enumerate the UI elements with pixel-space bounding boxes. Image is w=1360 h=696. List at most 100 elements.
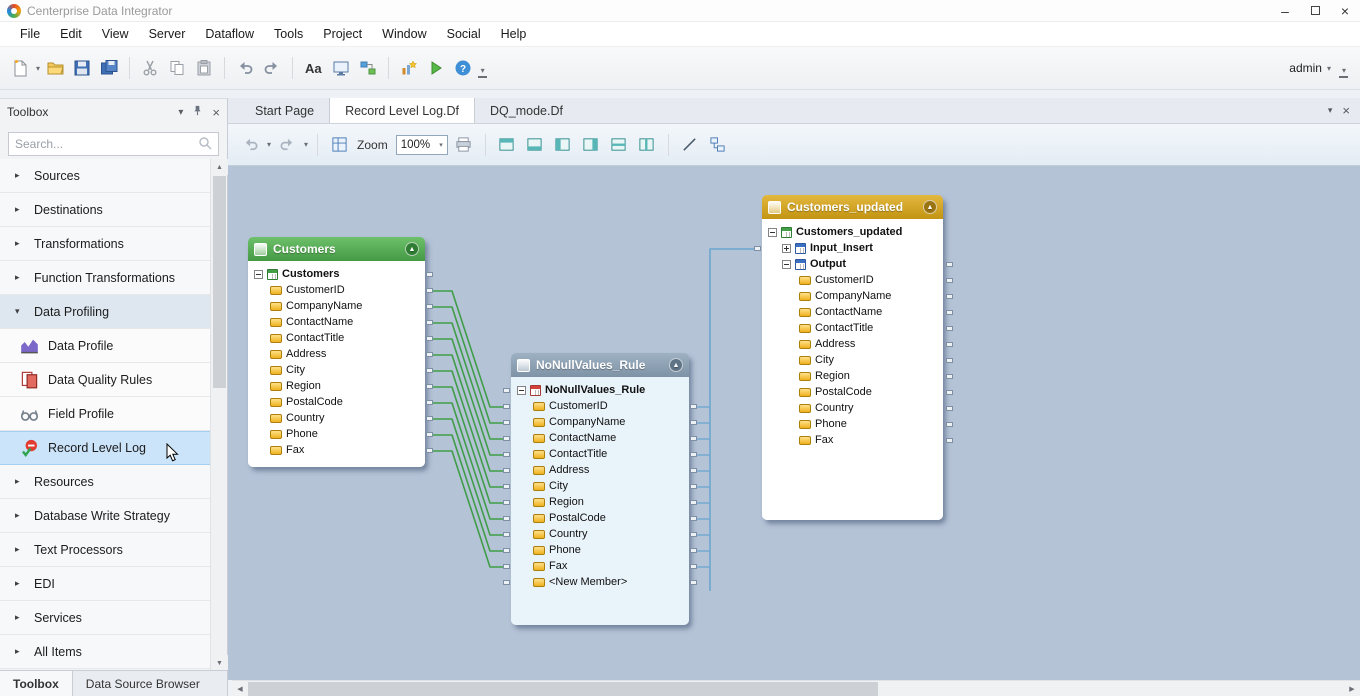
input-port[interactable] xyxy=(503,404,510,409)
tree-row[interactable]: Fax xyxy=(248,442,425,458)
tree-row[interactable]: Phone xyxy=(762,416,943,432)
tree-row[interactable]: <New Member> xyxy=(511,574,689,590)
input-port[interactable] xyxy=(503,420,510,425)
output-port[interactable] xyxy=(426,272,433,277)
tree-row[interactable]: Country xyxy=(762,400,943,416)
node-header[interactable]: NoNullValues_Rule▲ xyxy=(511,353,689,377)
input-port[interactable] xyxy=(503,564,510,569)
input-port[interactable] xyxy=(503,436,510,441)
fit-grid-button[interactable] xyxy=(327,133,351,157)
hscrollbar-thumb[interactable] xyxy=(248,682,878,696)
paste-button[interactable] xyxy=(192,56,216,80)
output-port[interactable] xyxy=(426,352,433,357)
panel-close-icon[interactable]: × xyxy=(212,105,220,120)
tree-row[interactable]: ContactTitle xyxy=(511,446,689,462)
tree-row[interactable]: PostalCode xyxy=(248,394,425,410)
tree-row[interactable]: Phone xyxy=(511,542,689,558)
tree-row[interactable]: Customers_updated xyxy=(762,224,943,240)
output-port[interactable] xyxy=(946,438,953,443)
tree-row[interactable]: CompanyName xyxy=(762,288,943,304)
help-button[interactable]: ? xyxy=(451,56,475,80)
output-port[interactable] xyxy=(426,320,433,325)
tree-row[interactable]: NoNullValues_Rule xyxy=(511,382,689,398)
toolbox-section-services[interactable]: ▸Services xyxy=(0,601,211,635)
align-left-button[interactable] xyxy=(551,133,575,157)
toolbox-scrollbar[interactable]: ▲ ▼ xyxy=(210,159,227,671)
panel-menu-icon[interactable]: ▾ xyxy=(178,107,183,118)
tree-row[interactable]: CustomerID xyxy=(762,272,943,288)
redo-gray-button[interactable] xyxy=(275,133,299,157)
chevron-down-icon[interactable]: ▾ xyxy=(267,140,271,149)
output-port[interactable] xyxy=(946,342,953,347)
output-port[interactable] xyxy=(946,294,953,299)
tree-row[interactable]: Address xyxy=(762,336,943,352)
job-monitor-button[interactable] xyxy=(397,56,421,80)
tree-row[interactable]: Customers xyxy=(248,266,425,282)
output-port[interactable] xyxy=(690,404,697,409)
output-port[interactable] xyxy=(426,368,433,373)
blue-mapping-bus[interactable] xyxy=(710,249,754,591)
node-customers[interactable]: Customers▲CustomersCustomerIDCompanyName… xyxy=(248,237,425,467)
auto-layout-button[interactable] xyxy=(706,133,730,157)
menu-edit[interactable]: Edit xyxy=(50,23,92,45)
tree-row[interactable]: City xyxy=(511,478,689,494)
chevron-down-icon[interactable]: ▾ xyxy=(304,140,308,149)
tree-row[interactable]: Input_Insert xyxy=(762,240,943,256)
output-port[interactable] xyxy=(690,420,697,425)
input-port[interactable] xyxy=(503,468,510,473)
scroll-down-icon[interactable]: ▼ xyxy=(211,655,228,671)
tree-row[interactable]: Region xyxy=(248,378,425,394)
input-port[interactable] xyxy=(503,388,510,393)
input-port[interactable] xyxy=(503,532,510,537)
menu-file[interactable]: File xyxy=(10,23,50,45)
output-port[interactable] xyxy=(690,532,697,537)
input-port[interactable] xyxy=(503,580,510,585)
tree-row[interactable]: ContactTitle xyxy=(762,320,943,336)
copy-button[interactable] xyxy=(165,56,189,80)
redo-button[interactable] xyxy=(260,56,284,80)
new-file-button[interactable] xyxy=(8,56,32,80)
menu-server[interactable]: Server xyxy=(139,23,196,45)
tree-row[interactable]: Region xyxy=(511,494,689,510)
output-port[interactable] xyxy=(946,326,953,331)
expand-icon[interactable] xyxy=(782,244,791,253)
menu-help[interactable]: Help xyxy=(491,23,537,45)
design-view-button[interactable] xyxy=(329,56,353,80)
bottom-tab-toolbox[interactable]: Toolbox xyxy=(0,671,73,696)
toolbox-section-edi[interactable]: ▸EDI xyxy=(0,567,211,601)
collapse-icon[interactable] xyxy=(254,270,263,279)
output-port[interactable] xyxy=(690,516,697,521)
font-button[interactable]: Aa xyxy=(301,61,326,76)
toolbar-overflow-icon[interactable]: ▾ xyxy=(478,66,487,78)
output-port[interactable] xyxy=(426,432,433,437)
menu-tools[interactable]: Tools xyxy=(264,23,313,45)
input-port[interactable] xyxy=(503,484,510,489)
close-button[interactable]: × xyxy=(1330,0,1360,21)
tree-row[interactable]: ContactName xyxy=(511,430,689,446)
tab-close-icon[interactable]: × xyxy=(1342,103,1350,118)
output-port[interactable] xyxy=(946,374,953,379)
node-updated[interactable]: Customers_updated▲Customers_updatedInput… xyxy=(762,195,943,520)
collapse-icon[interactable] xyxy=(517,386,526,395)
output-port[interactable] xyxy=(426,416,433,421)
green-mapping-links[interactable] xyxy=(433,291,503,567)
menu-view[interactable]: View xyxy=(92,23,139,45)
save-all-button[interactable] xyxy=(97,56,121,80)
output-port[interactable] xyxy=(426,448,433,453)
toolbox-section-text-processors[interactable]: ▸Text Processors xyxy=(0,533,211,567)
output-port[interactable] xyxy=(690,548,697,553)
toolbox-item-field-profile[interactable]: Field Profile xyxy=(0,397,211,431)
dataflow-canvas[interactable]: Customers▲CustomersCustomerIDCompanyName… xyxy=(228,166,1360,680)
input-port[interactable] xyxy=(503,548,510,553)
scroll-left-icon[interactable]: ◀ xyxy=(232,681,248,696)
collapse-button[interactable]: ▲ xyxy=(669,358,683,372)
tree-row[interactable]: CustomerID xyxy=(248,282,425,298)
input-port[interactable] xyxy=(503,452,510,457)
doc-tab-record-level-log-df[interactable]: Record Level Log.Df xyxy=(329,98,475,123)
undo-gray-button[interactable] xyxy=(238,133,262,157)
align-bottom-button[interactable] xyxy=(523,133,547,157)
toolbox-item-data-profile[interactable]: Data Profile xyxy=(0,329,211,363)
output-port[interactable] xyxy=(426,336,433,341)
menu-social[interactable]: Social xyxy=(437,23,491,45)
toolbox-section-data-profiling[interactable]: ▾Data Profiling xyxy=(0,295,211,329)
